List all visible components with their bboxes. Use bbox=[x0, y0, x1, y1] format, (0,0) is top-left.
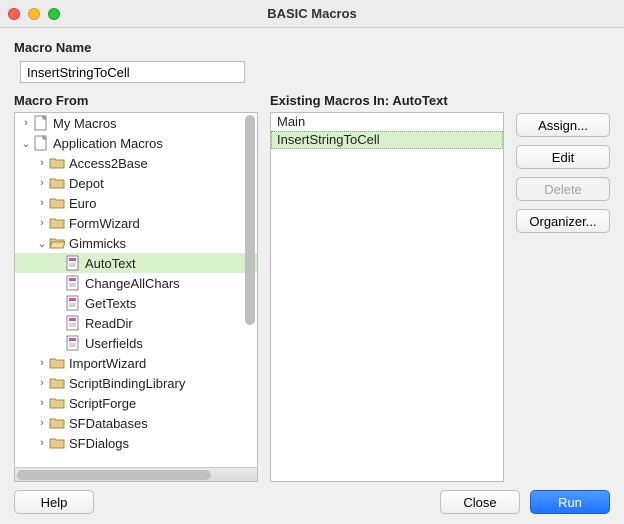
tree-node[interactable]: › Depot bbox=[15, 173, 257, 193]
tree-node[interactable]: Userfields bbox=[15, 333, 257, 353]
tree-node-label: ImportWizard bbox=[69, 356, 146, 371]
tree-node[interactable]: › Access2Base bbox=[15, 153, 257, 173]
tree-node[interactable]: › ImportWizard bbox=[15, 353, 257, 373]
tree-hscrollbar[interactable] bbox=[15, 467, 257, 481]
assign-button[interactable]: Assign... bbox=[516, 113, 610, 137]
tree-vscrollbar[interactable] bbox=[243, 113, 257, 334]
tree-node-label: FormWizard bbox=[69, 216, 140, 231]
tree-node-label: Gimmicks bbox=[69, 236, 126, 251]
module-icon bbox=[65, 335, 81, 351]
tree-node[interactable]: › SFDialogs bbox=[15, 433, 257, 453]
tree-node[interactable]: ReadDir bbox=[15, 313, 257, 333]
tree-node[interactable]: › FormWizard bbox=[15, 213, 257, 233]
existing-macros-label: Existing Macros In: AutoText bbox=[270, 93, 504, 108]
tree-node[interactable]: › Euro bbox=[15, 193, 257, 213]
tree-node-label: My Macros bbox=[53, 116, 117, 131]
disclosure-closed-icon[interactable]: › bbox=[35, 417, 49, 429]
disclosure-open-icon[interactable]: ⌄ bbox=[35, 237, 49, 250]
tree-node-label: ChangeAllChars bbox=[85, 276, 180, 291]
disclosure-open-icon[interactable]: ⌄ bbox=[19, 137, 33, 150]
disclosure-closed-icon[interactable]: › bbox=[35, 157, 49, 169]
tree-node[interactable]: GetTexts bbox=[15, 293, 257, 313]
disclosure-closed-icon[interactable]: › bbox=[35, 377, 49, 389]
help-button[interactable]: Help bbox=[14, 490, 94, 514]
disclosure-closed-icon[interactable]: › bbox=[35, 177, 49, 189]
disclosure-closed-icon[interactable]: › bbox=[35, 217, 49, 229]
tree-node-label: AutoText bbox=[85, 256, 136, 271]
tree-node-label: SFDatabases bbox=[69, 416, 148, 431]
tree-node[interactable]: › My Macros bbox=[15, 113, 257, 133]
macro-from-tree[interactable]: › My Macros ⌄ Application Macros › Access2Bas… bbox=[14, 112, 258, 482]
macro-list-item[interactable]: InsertStringToCell bbox=[271, 131, 503, 149]
module-icon bbox=[65, 255, 81, 271]
doc-icon bbox=[33, 115, 49, 131]
tree-node-label: Userfields bbox=[85, 336, 143, 351]
module-icon bbox=[65, 295, 81, 311]
tree-node-label: GetTexts bbox=[85, 296, 136, 311]
disclosure-closed-icon[interactable]: › bbox=[35, 197, 49, 209]
disclosure-closed-icon[interactable]: › bbox=[19, 117, 33, 129]
edit-button[interactable]: Edit bbox=[516, 145, 610, 169]
module-icon bbox=[65, 275, 81, 291]
tree-node[interactable]: ⌄ Application Macros bbox=[15, 133, 257, 153]
disclosure-closed-icon[interactable]: › bbox=[35, 357, 49, 369]
tree-node[interactable]: › ScriptForge bbox=[15, 393, 257, 413]
existing-macros-list[interactable]: MainInsertStringToCell bbox=[270, 112, 504, 482]
run-button[interactable]: Run bbox=[530, 490, 610, 514]
tree-node-label: Access2Base bbox=[69, 156, 148, 171]
folder-icon bbox=[49, 195, 65, 211]
macro-name-input[interactable] bbox=[20, 61, 245, 83]
tree-node[interactable]: AutoText bbox=[15, 253, 257, 273]
tree-node[interactable]: › ScriptBindingLibrary bbox=[15, 373, 257, 393]
folder-icon bbox=[49, 155, 65, 171]
delete-button: Delete bbox=[516, 177, 610, 201]
macro-name-label: Macro Name bbox=[14, 40, 610, 55]
tree-node[interactable]: › SFDatabases bbox=[15, 413, 257, 433]
titlebar: BASIC Macros bbox=[0, 0, 624, 28]
tree-node-label: ScriptForge bbox=[69, 396, 136, 411]
folder-icon bbox=[49, 435, 65, 451]
tree-node-label: Depot bbox=[69, 176, 104, 191]
folder-icon bbox=[49, 355, 65, 371]
tree-node-label: Euro bbox=[69, 196, 96, 211]
folder-icon bbox=[49, 375, 65, 391]
tree-node-label: Application Macros bbox=[53, 136, 163, 151]
module-icon bbox=[65, 315, 81, 331]
disclosure-closed-icon[interactable]: › bbox=[35, 397, 49, 409]
folder-icon bbox=[49, 215, 65, 231]
organizer-button[interactable]: Organizer... bbox=[516, 209, 610, 233]
window-title: BASIC Macros bbox=[0, 6, 624, 21]
tree-node-label: ReadDir bbox=[85, 316, 133, 331]
disclosure-closed-icon[interactable]: › bbox=[35, 437, 49, 449]
dialog-content: Macro Name Macro From › My Macros ⌄ Applica… bbox=[0, 28, 624, 524]
doc-icon bbox=[33, 135, 49, 151]
macro-from-label: Macro From bbox=[14, 93, 258, 108]
tree-node[interactable]: ChangeAllChars bbox=[15, 273, 257, 293]
folder-open-icon bbox=[49, 235, 65, 251]
folder-icon bbox=[49, 175, 65, 191]
tree-node-label: SFDialogs bbox=[69, 436, 129, 451]
tree-node[interactable]: ⌄ Gimmicks bbox=[15, 233, 257, 253]
folder-icon bbox=[49, 415, 65, 431]
tree-node-label: ScriptBindingLibrary bbox=[69, 376, 185, 391]
macro-list-item[interactable]: Main bbox=[271, 113, 503, 131]
dialog-footer: Help Close Run bbox=[14, 482, 610, 516]
folder-icon bbox=[49, 395, 65, 411]
close-button[interactable]: Close bbox=[440, 490, 520, 514]
